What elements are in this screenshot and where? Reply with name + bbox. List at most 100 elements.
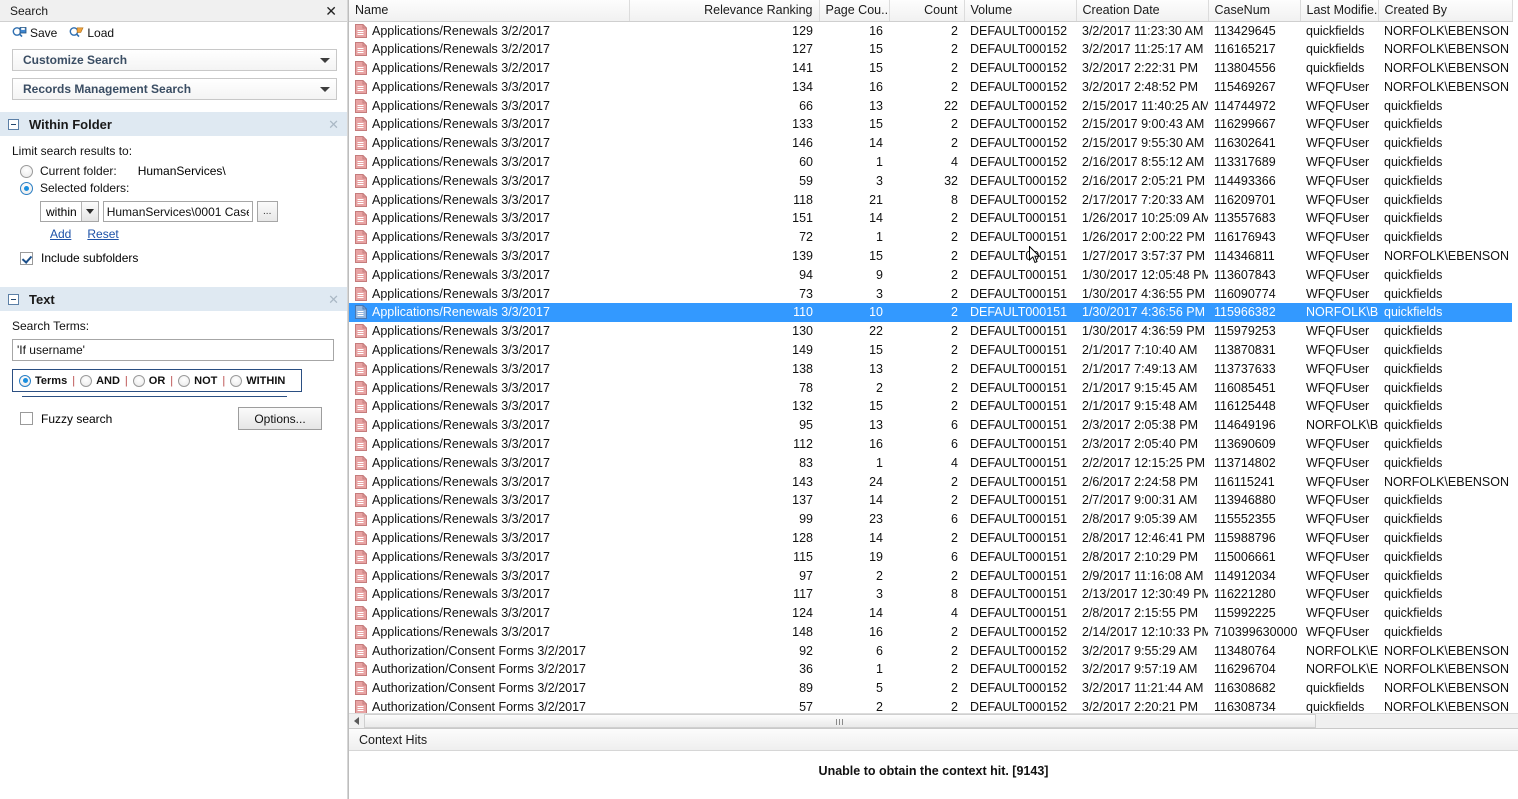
include-subfolders-row[interactable]: Include subfolders <box>20 251 337 265</box>
operator-or[interactable]: OR <box>132 374 165 387</box>
save-search-button[interactable]: Save <box>12 26 57 40</box>
table-row[interactable]: Authorization/Consent Forms 3/2/2017 89 5 2… <box>349 679 1512 698</box>
table-row[interactable]: Applications/Renewals 3/3/2017 115 19 6 DEFA… <box>349 547 1512 566</box>
document-icon <box>355 436 367 451</box>
operator-within[interactable]: WITHIN <box>230 374 285 387</box>
table-row[interactable]: Applications/Renewals 3/3/2017 143 24 2 DEFA… <box>349 472 1512 491</box>
table-row[interactable]: Applications/Renewals 3/3/2017 132 15 2 DEFA… <box>349 397 1512 416</box>
column-header-count[interactable]: Count <box>889 0 965 22</box>
table-row[interactable]: Applications/Renewals 3/3/2017 60 1 4 DEFAUL… <box>349 153 1512 172</box>
close-icon[interactable]: ✕ <box>323 4 339 18</box>
load-search-button[interactable]: Load <box>69 26 114 40</box>
column-header-pagecount[interactable]: Page Cou... <box>819 0 890 22</box>
fuzzy-search-checkbox[interactable] <box>20 412 33 425</box>
table-row[interactable]: Applications/Renewals 3/2/2017 141 15 2 DEFA… <box>349 59 1512 78</box>
folder-path-input[interactable] <box>102 201 253 222</box>
table-row[interactable]: Applications/Renewals 3/3/2017 148 16 2 DEFA… <box>349 623 1512 642</box>
operator-terms-radio[interactable] <box>19 374 31 387</box>
cell-casenum: 113870831 <box>1214 342 1276 357</box>
column-header-creation[interactable]: Creation Date <box>1076 0 1209 22</box>
table-row[interactable]: Applications/Renewals 3/3/2017 138 13 2 DEFA… <box>349 359 1512 378</box>
fuzzy-search-row[interactable]: Fuzzy search <box>20 412 112 426</box>
close-icon[interactable]: ✕ <box>328 293 339 306</box>
include-subfolders-checkbox[interactable] <box>20 251 33 265</box>
selected-folders-option[interactable]: Selected folders: <box>20 181 337 195</box>
operator-not[interactable]: NOT <box>178 374 217 387</box>
cell-casenum: 116090774 <box>1214 286 1276 301</box>
cell-lastmod: NORFOLK\B... <box>1306 418 1378 433</box>
operator-or-radio[interactable] <box>132 374 145 387</box>
cell-count: 2 <box>951 568 958 583</box>
table-row[interactable]: Applications/Renewals 3/3/2017 66 13 22 DEFA… <box>349 96 1512 115</box>
cell-name: Applications/Renewals 3/3/2017 <box>349 228 629 247</box>
scope-select[interactable]: within <box>40 201 99 222</box>
operator-and[interactable]: AND <box>80 374 120 387</box>
table-row[interactable]: Applications/Renewals 3/3/2017 139 15 2 DEFA… <box>349 247 1512 266</box>
add-folder-link[interactable]: Add <box>50 227 71 241</box>
context-hits-message: Unable to obtain the context hit. [9143] <box>818 764 1049 778</box>
document-icon <box>355 399 367 414</box>
table-row[interactable]: Applications/Renewals 3/3/2017 59 3 32 DEFAU… <box>349 171 1512 190</box>
table-row[interactable]: Applications/Renewals 3/3/2017 133 15 2 DEFA… <box>349 115 1512 134</box>
document-name-cell: Authorization/Consent Forms 3/2/2017 <box>355 662 623 677</box>
scrollbar-thumb[interactable] <box>364 714 1316 728</box>
table-row[interactable]: Applications/Renewals 3/3/2017 149 15 2 DEFA… <box>349 341 1512 360</box>
table-row[interactable]: Applications/Renewals 3/3/2017 73 3 2 DEFAUL… <box>349 284 1512 303</box>
table-row[interactable]: Applications/Renewals 3/3/2017 112 16 6 DEFA… <box>349 435 1512 454</box>
browse-folder-button[interactable]: ... <box>256 201 278 222</box>
column-header-name[interactable]: Name <box>349 0 630 22</box>
document-icon <box>355 662 367 677</box>
column-header-createdby[interactable]: Created By <box>1378 0 1513 22</box>
table-row[interactable]: Applications/Renewals 3/3/2017 146 14 2 DEFA… <box>349 134 1512 153</box>
table-row[interactable]: Applications/Renewals 3/3/2017 130 22 2 DEFA… <box>349 322 1512 341</box>
selected-folders-radio[interactable] <box>20 181 33 195</box>
customize-search-bar[interactable]: Customize Search <box>12 49 337 71</box>
current-folder-radio[interactable] <box>20 164 33 178</box>
table-row[interactable]: Applications/Renewals 3/3/2017 134 16 2 DEFA… <box>349 77 1512 96</box>
records-management-search-bar[interactable]: Records Management Search <box>12 78 337 100</box>
reset-folders-link[interactable]: Reset <box>87 227 118 241</box>
table-row[interactable]: Applications/Renewals 3/3/2017 78 2 2 DEFAUL… <box>349 378 1512 397</box>
table-row[interactable]: Applications/Renewals 3/3/2017 97 2 2 DEFAUL… <box>349 566 1512 585</box>
column-header-casenum[interactable]: CaseNum <box>1208 0 1301 22</box>
table-row[interactable]: Applications/Renewals 3/2/2017 127 15 2 DEFA… <box>349 40 1512 59</box>
column-header-lastmod[interactable]: Last Modifie... <box>1300 0 1379 22</box>
table-row[interactable]: Applications/Renewals 3/3/2017 99 23 6 DEFAU… <box>349 510 1512 529</box>
cell-name: Applications/Renewals 3/3/2017 <box>349 190 629 209</box>
table-row[interactable]: Applications/Renewals 3/3/2017 124 14 4 DEFA… <box>349 604 1512 623</box>
table-row[interactable]: Applications/Renewals 3/2/2017 129 16 2 DEFA… <box>349 21 1512 40</box>
operator-not-radio[interactable] <box>178 374 191 387</box>
cell-relevance: 118 <box>793 192 813 207</box>
operator-terms[interactable]: Terms <box>19 374 67 387</box>
cell-lastmod: WFQFUser <box>1306 98 1370 113</box>
table-row[interactable]: Authorization/Consent Forms 3/2/2017 92 6 2… <box>349 641 1512 660</box>
column-header-relevance[interactable]: Relevance Ranking <box>629 0 820 22</box>
collapse-toggle-icon[interactable] <box>8 118 19 130</box>
operator-separator: | <box>222 374 226 387</box>
table-row[interactable]: Authorization/Consent Forms 3/2/2017 36 1 2… <box>349 660 1512 679</box>
table-row[interactable]: Applications/Renewals 3/3/2017 117 3 8 DEFAU… <box>349 585 1512 604</box>
scroll-left-icon[interactable] <box>349 714 364 728</box>
table-row[interactable]: Applications/Renewals 3/3/2017 95 13 6 DEFAU… <box>349 416 1512 435</box>
close-icon[interactable]: ✕ <box>328 118 339 131</box>
operator-within-radio[interactable] <box>230 374 243 387</box>
table-row[interactable]: Applications/Renewals 3/3/2017 72 1 2 DEFAUL… <box>349 228 1512 247</box>
table-row[interactable]: Applications/Renewals 3/3/2017 94 9 2 DEFAUL… <box>349 265 1512 284</box>
column-header-volume[interactable]: Volume <box>964 0 1077 22</box>
table-row[interactable]: Applications/Renewals 3/3/2017 110 10 2 DEFA… <box>349 302 1512 322</box>
current-folder-option[interactable]: Current folder: HumanServices\ <box>20 164 337 178</box>
search-terms-input[interactable] <box>12 339 334 361</box>
cell-count: 32 <box>944 173 958 188</box>
table-row[interactable]: Applications/Renewals 3/3/2017 151 14 2 DEFA… <box>349 209 1512 228</box>
scrollbar-track[interactable] <box>1316 714 1518 728</box>
table-row[interactable]: Applications/Renewals 3/3/2017 83 1 4 DEFAUL… <box>349 453 1512 472</box>
operator-separator: | <box>72 374 76 387</box>
cell-count: 4 <box>951 455 958 470</box>
table-row[interactable]: Applications/Renewals 3/3/2017 128 14 2 DEFA… <box>349 529 1512 548</box>
results-horizontal-scrollbar[interactable] <box>349 713 1518 728</box>
operator-and-radio[interactable] <box>80 374 93 387</box>
table-row[interactable]: Applications/Renewals 3/3/2017 137 14 2 DEFA… <box>349 491 1512 510</box>
collapse-toggle-icon[interactable] <box>8 293 19 305</box>
options-button[interactable]: Options... <box>238 407 322 430</box>
table-row[interactable]: Applications/Renewals 3/3/2017 118 21 8 DEFA… <box>349 190 1512 209</box>
